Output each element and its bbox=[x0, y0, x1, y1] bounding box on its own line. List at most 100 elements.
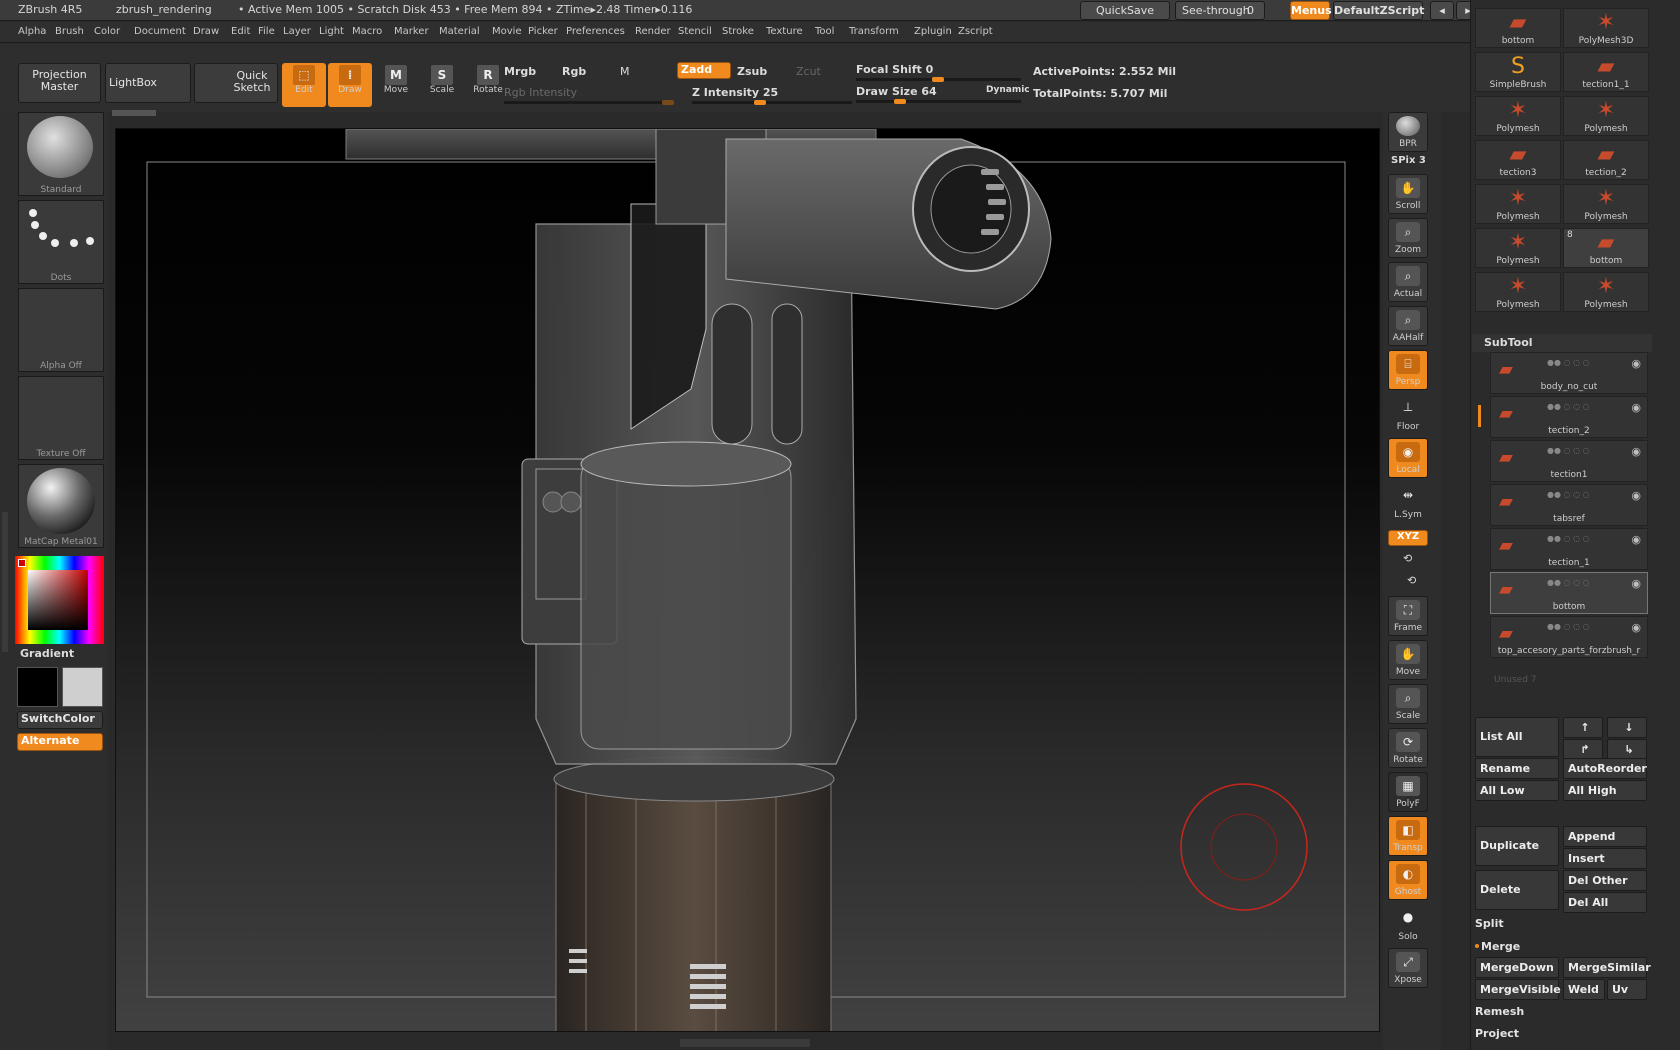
subtool-item[interactable]: ▰ ●● ◌ ◌ ◌ ◉ tection_2 bbox=[1490, 396, 1648, 438]
bottom-tray-handle[interactable] bbox=[680, 1039, 810, 1047]
tool-thumb[interactable]: ✶ Polymesh bbox=[1475, 272, 1561, 312]
tool-thumb[interactable]: ▰ tection1_1 bbox=[1563, 52, 1649, 92]
document-canvas[interactable] bbox=[115, 128, 1380, 1032]
tool-thumb[interactable]: ▰ bottom bbox=[1475, 8, 1561, 48]
focal-shift-slider[interactable]: Focal Shift 0 bbox=[856, 63, 933, 76]
tool-thumb[interactable]: ▰ tection_2 bbox=[1563, 140, 1649, 180]
append-button[interactable]: Append bbox=[1563, 826, 1647, 847]
menu-stencil[interactable]: Stencil bbox=[678, 26, 712, 37]
menu-brush[interactable]: Brush bbox=[55, 26, 84, 37]
left-tray-handle[interactable] bbox=[2, 512, 8, 652]
layout-prev-icon[interactable]: ◂ bbox=[1430, 1, 1454, 20]
primary-color-swatch[interactable] bbox=[17, 667, 58, 707]
z-intensity-track[interactable] bbox=[692, 100, 852, 105]
menu-stroke[interactable]: Stroke bbox=[722, 26, 754, 37]
menu-color[interactable]: Color bbox=[94, 26, 120, 37]
rename-button[interactable]: Rename bbox=[1475, 758, 1559, 779]
visibility-eye-icon[interactable]: ◉ bbox=[1631, 357, 1641, 370]
quick-sketch-button[interactable]: Quick Sketch bbox=[194, 63, 278, 103]
polyf-button[interactable]: ▦ PolyF bbox=[1388, 772, 1428, 812]
visibility-eye-icon[interactable]: ◉ bbox=[1631, 533, 1641, 546]
mergevisible-button[interactable]: MergeVisible bbox=[1475, 979, 1561, 1000]
delete-button[interactable]: Delete bbox=[1475, 870, 1559, 910]
draw-size-track[interactable] bbox=[856, 99, 1021, 104]
insert-button[interactable]: Insert bbox=[1563, 848, 1647, 869]
gradient-toggle[interactable]: Gradient bbox=[20, 647, 74, 660]
menu-file[interactable]: File bbox=[258, 26, 275, 37]
all-low-button[interactable]: All Low bbox=[1475, 780, 1559, 801]
spix-slider[interactable]: SPix 3 bbox=[1391, 155, 1426, 166]
stroke-selector[interactable]: Dots bbox=[18, 200, 104, 284]
shelf-scroll-handle[interactable] bbox=[112, 110, 156, 116]
subtool-item[interactable]: ▰ ●● ◌ ◌ ◌ ◉ tection1 bbox=[1490, 440, 1648, 482]
menu-transform[interactable]: Transform bbox=[849, 26, 899, 37]
project-section[interactable]: Project bbox=[1475, 1027, 1519, 1040]
zadd-toggle[interactable]: Zadd bbox=[677, 62, 731, 79]
del-all-button[interactable]: Del All bbox=[1563, 892, 1647, 913]
merge-section[interactable]: Merge bbox=[1481, 940, 1520, 953]
menu-texture[interactable]: Texture bbox=[766, 26, 803, 37]
tool-thumb[interactable]: ✶ Polymesh bbox=[1563, 96, 1649, 136]
visibility-eye-icon[interactable]: ◉ bbox=[1631, 401, 1641, 414]
subtool-item[interactable]: ▰ ●● ◌ ◌ ◌ ◉ top_accesory_parts_forzbrush_r bbox=[1490, 616, 1648, 658]
menu-draw[interactable]: Draw bbox=[193, 26, 219, 37]
tool-thumb[interactable]: ✶ Polymesh bbox=[1475, 228, 1561, 268]
visibility-eye-icon[interactable]: ◉ bbox=[1631, 445, 1641, 458]
rgb-intensity-slider[interactable]: Rgb Intensity bbox=[504, 86, 577, 99]
subtool-toggles[interactable]: ●● ◌ ◌ ◌ bbox=[1547, 622, 1635, 631]
subtool-item[interactable]: ▰ ●● ◌ ◌ ◌ ◉ body_no_cut bbox=[1490, 352, 1648, 394]
subtool-toggles[interactable]: ●● ◌ ◌ ◌ bbox=[1547, 402, 1635, 411]
menus-button[interactable]: Menus bbox=[1290, 1, 1332, 20]
move-view-button[interactable]: ✋ Move bbox=[1388, 640, 1428, 680]
tool-thumb[interactable]: ✶ Polymesh bbox=[1475, 184, 1561, 224]
menu-light[interactable]: Light bbox=[319, 26, 344, 37]
edit-mode-button[interactable]: ⬚ Edit bbox=[282, 63, 326, 107]
zsub-toggle[interactable]: Zsub bbox=[737, 65, 767, 78]
brush-selector[interactable]: Standard bbox=[18, 112, 104, 196]
subtool-item[interactable]: ▰ ●● ◌ ◌ ◌ ◉ tection_1 bbox=[1490, 528, 1648, 570]
menu-edit[interactable]: Edit bbox=[231, 26, 250, 37]
autoreorder-button[interactable]: AutoReorder bbox=[1563, 758, 1647, 779]
move-down-icon[interactable]: ↓ bbox=[1607, 717, 1647, 738]
menu-alpha[interactable]: Alpha bbox=[18, 26, 46, 37]
texture-selector[interactable]: Texture Off bbox=[18, 376, 104, 460]
uv-button[interactable]: Uv bbox=[1607, 979, 1647, 1000]
tool-thumb[interactable]: ✶ Polymesh bbox=[1563, 272, 1649, 312]
focal-shift-track[interactable] bbox=[856, 77, 1021, 82]
ghost-button[interactable]: ◐ Ghost bbox=[1388, 860, 1428, 900]
z-intensity-slider[interactable]: Z Intensity 25 bbox=[692, 86, 778, 99]
scroll-button[interactable]: ✋ Scroll bbox=[1388, 174, 1428, 214]
tool-thumb[interactable]: ▰ tection3 bbox=[1475, 140, 1561, 180]
rgb-toggle[interactable]: Rgb bbox=[562, 65, 586, 78]
color-picker-square[interactable] bbox=[28, 570, 88, 630]
zcut-toggle[interactable]: Zcut bbox=[796, 65, 821, 78]
draw-size-slider[interactable]: Draw Size 64 bbox=[856, 85, 937, 98]
subtool-item[interactable]: ▰ ●● ◌ ◌ ◌ ◉ tabsref bbox=[1490, 484, 1648, 526]
menu-picker[interactable]: Picker bbox=[528, 26, 558, 37]
switchcolor-button[interactable]: SwitchColor bbox=[17, 711, 103, 729]
quicksave-button[interactable]: QuickSave bbox=[1080, 1, 1170, 20]
all-high-button[interactable]: All High bbox=[1563, 780, 1647, 801]
xpose-button[interactable]: ⤢ Xpose bbox=[1388, 948, 1428, 988]
menu-marker[interactable]: Marker bbox=[394, 26, 429, 37]
m-toggle[interactable]: M bbox=[620, 65, 630, 78]
split-section[interactable]: Split bbox=[1475, 917, 1504, 930]
move-up-icon[interactable]: ↑ bbox=[1563, 717, 1603, 738]
subtool-toggles[interactable]: ●● ◌ ◌ ◌ bbox=[1547, 358, 1635, 367]
persp-button[interactable]: ⌸ Persp bbox=[1388, 350, 1428, 390]
solo-button[interactable]: ● Solo bbox=[1388, 904, 1428, 944]
draw-mode-button[interactable]: ⁞ Draw bbox=[328, 63, 372, 107]
tool-thumb[interactable]: S SimpleBrush bbox=[1475, 52, 1561, 92]
menu-tool[interactable]: Tool bbox=[815, 26, 834, 37]
mrgb-toggle[interactable]: Mrgb bbox=[504, 65, 536, 78]
menu-movie[interactable]: Movie bbox=[492, 26, 522, 37]
menu-material[interactable]: Material bbox=[439, 26, 480, 37]
projection-master-button[interactable]: Projection Master bbox=[18, 63, 101, 103]
color-picker[interactable] bbox=[15, 556, 104, 644]
menu-macro[interactable]: Macro bbox=[352, 26, 382, 37]
zoom-button[interactable]: ⌕ Zoom bbox=[1388, 218, 1428, 258]
menu-preferences[interactable]: Preferences bbox=[566, 26, 625, 37]
visibility-eye-icon[interactable]: ◉ bbox=[1631, 621, 1641, 634]
scale-mode-button[interactable]: S Scale bbox=[420, 63, 464, 107]
menu-zscript[interactable]: Zscript bbox=[958, 26, 993, 37]
